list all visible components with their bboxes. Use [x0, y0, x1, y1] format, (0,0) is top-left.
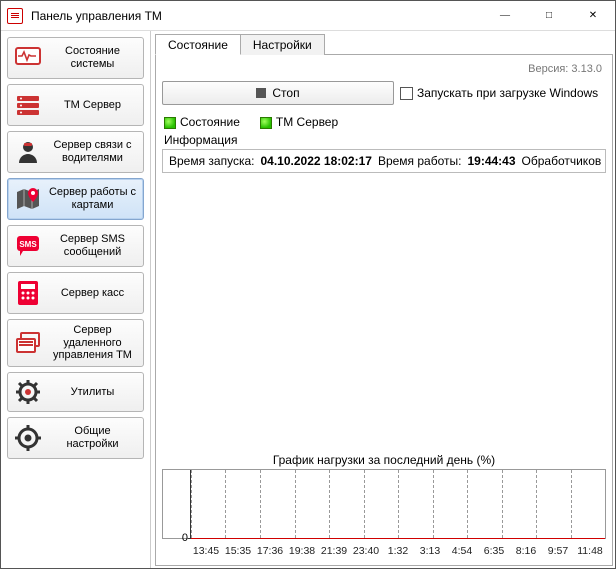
status-state: Состояние	[164, 115, 240, 129]
sidebar-item-tm-server[interactable]: TM Сервер	[7, 84, 144, 126]
svg-text:SMS: SMS	[19, 240, 37, 249]
x-tick: 9:57	[542, 545, 574, 557]
sidebar-item-label: Сервер касс	[48, 287, 137, 300]
info-label: Информация	[162, 131, 606, 149]
series-line	[191, 538, 605, 539]
tabs: Состояние Настройки	[155, 33, 613, 55]
stop-button[interactable]: Стоп	[162, 81, 394, 105]
sidebar-item-remote-server[interactable]: Сервер удаленного управления TM	[7, 319, 144, 367]
x-axis: 13:4515:3517:3619:3821:3923:401:323:134:…	[162, 539, 606, 559]
x-tick: 4:54	[446, 545, 478, 557]
start-time-label: Время запуска:	[169, 154, 255, 168]
tab-settings[interactable]: Настройки	[240, 34, 325, 55]
x-tick: 1:32	[382, 545, 414, 557]
calculator-icon	[14, 279, 42, 307]
body: Состояние системы TM Сервер Сервер связи…	[1, 31, 615, 568]
sidebar-item-label: Утилиты	[48, 386, 137, 399]
chart-body: 0	[162, 469, 606, 539]
x-tick: 21:39	[318, 545, 350, 557]
autostart-checkbox-row[interactable]: Запускать при загрузке Windows	[400, 86, 598, 100]
info-bar: Время запуска: 04.10.2022 18:02:17 Время…	[162, 149, 606, 173]
maximize-button[interactable]: □	[527, 1, 571, 30]
sms-icon: SMS	[14, 232, 42, 260]
led-icon	[164, 117, 176, 129]
spacer	[162, 173, 606, 449]
monitor-icon	[14, 44, 42, 72]
x-tick: 17:36	[254, 545, 286, 557]
status-row: Состояние TM Сервер	[162, 111, 606, 131]
app-window: Панель управления TM ― □ ✕ Состояние сис…	[0, 0, 616, 569]
server-icon	[14, 91, 42, 119]
window-controls: ― □ ✕	[483, 1, 615, 30]
chart: График нагрузки за последний день (%) 0 …	[162, 449, 606, 559]
app-icon	[7, 8, 23, 24]
x-tick: 3:13	[414, 545, 446, 557]
chart-title: График нагрузки за последний день (%)	[162, 449, 606, 469]
x-tick: 13:45	[190, 545, 222, 557]
led-icon	[260, 117, 272, 129]
map-pin-icon	[14, 185, 42, 213]
sidebar-item-sms-server[interactable]: SMS Сервер SMS сообщений	[7, 225, 144, 267]
sidebar-item-label: Общие настройки	[48, 425, 137, 450]
x-tick: 15:35	[222, 545, 254, 557]
status-tm-server: TM Сервер	[260, 115, 338, 129]
stop-icon	[256, 88, 266, 98]
window-title: Панель управления TM	[31, 9, 483, 23]
x-tick: 8:16	[510, 545, 542, 557]
driver-icon	[14, 138, 42, 166]
sidebar-item-general-settings[interactable]: Общие настройки	[7, 417, 144, 459]
sidebar-item-label: Сервер удаленного управления TM	[48, 324, 137, 362]
x-tick: 19:38	[286, 545, 318, 557]
tab-state[interactable]: Состояние	[155, 34, 241, 55]
sidebar-item-label: Сервер связи с водителями	[48, 139, 137, 164]
tab-panel: Версия: 3.13.0 Стоп Запускать при загруз…	[155, 55, 613, 566]
stop-button-label: Стоп	[272, 86, 299, 100]
sidebar: Состояние системы TM Сервер Сервер связи…	[1, 31, 151, 568]
sidebar-item-system-state[interactable]: Состояние системы	[7, 37, 144, 79]
close-button[interactable]: ✕	[571, 1, 615, 30]
sidebar-item-cash-server[interactable]: Сервер касс	[7, 272, 144, 314]
titlebar: Панель управления TM ― □ ✕	[1, 1, 615, 31]
x-tick: 11:48	[574, 545, 606, 557]
handlers-label: Обработчиков за	[522, 154, 606, 168]
sidebar-item-driver-server[interactable]: Сервер связи с водителями	[7, 131, 144, 173]
sidebar-item-label: TM Сервер	[48, 99, 137, 112]
sidebar-item-maps-server[interactable]: Сервер работы с картами	[7, 178, 144, 220]
minimize-button[interactable]: ―	[483, 1, 527, 30]
plot-area	[191, 470, 605, 538]
uptime-value: 19:44:43	[467, 154, 515, 168]
controls-row: Стоп Запускать при загрузке Windows	[162, 81, 606, 105]
version-label: Версия: 3.13.0	[162, 61, 606, 81]
uptime-label: Время работы:	[378, 154, 462, 168]
start-time-value: 04.10.2022 18:02:17	[261, 154, 372, 168]
x-tick: 6:35	[478, 545, 510, 557]
checkbox-icon	[400, 87, 413, 100]
gear-icon	[14, 378, 42, 406]
sidebar-item-utilities[interactable]: Утилиты	[7, 372, 144, 412]
settings-icon	[14, 424, 42, 452]
x-tick: 23:40	[350, 545, 382, 557]
autostart-label: Запускать при загрузке Windows	[417, 86, 598, 100]
sidebar-item-label: Сервер работы с картами	[48, 186, 137, 211]
content: Состояние Настройки Версия: 3.13.0 Стоп …	[151, 31, 615, 568]
sidebar-item-label: Состояние системы	[48, 45, 137, 70]
y-axis: 0	[163, 470, 191, 538]
sidebar-item-label: Сервер SMS сообщений	[48, 233, 137, 258]
remote-icon	[14, 329, 42, 357]
